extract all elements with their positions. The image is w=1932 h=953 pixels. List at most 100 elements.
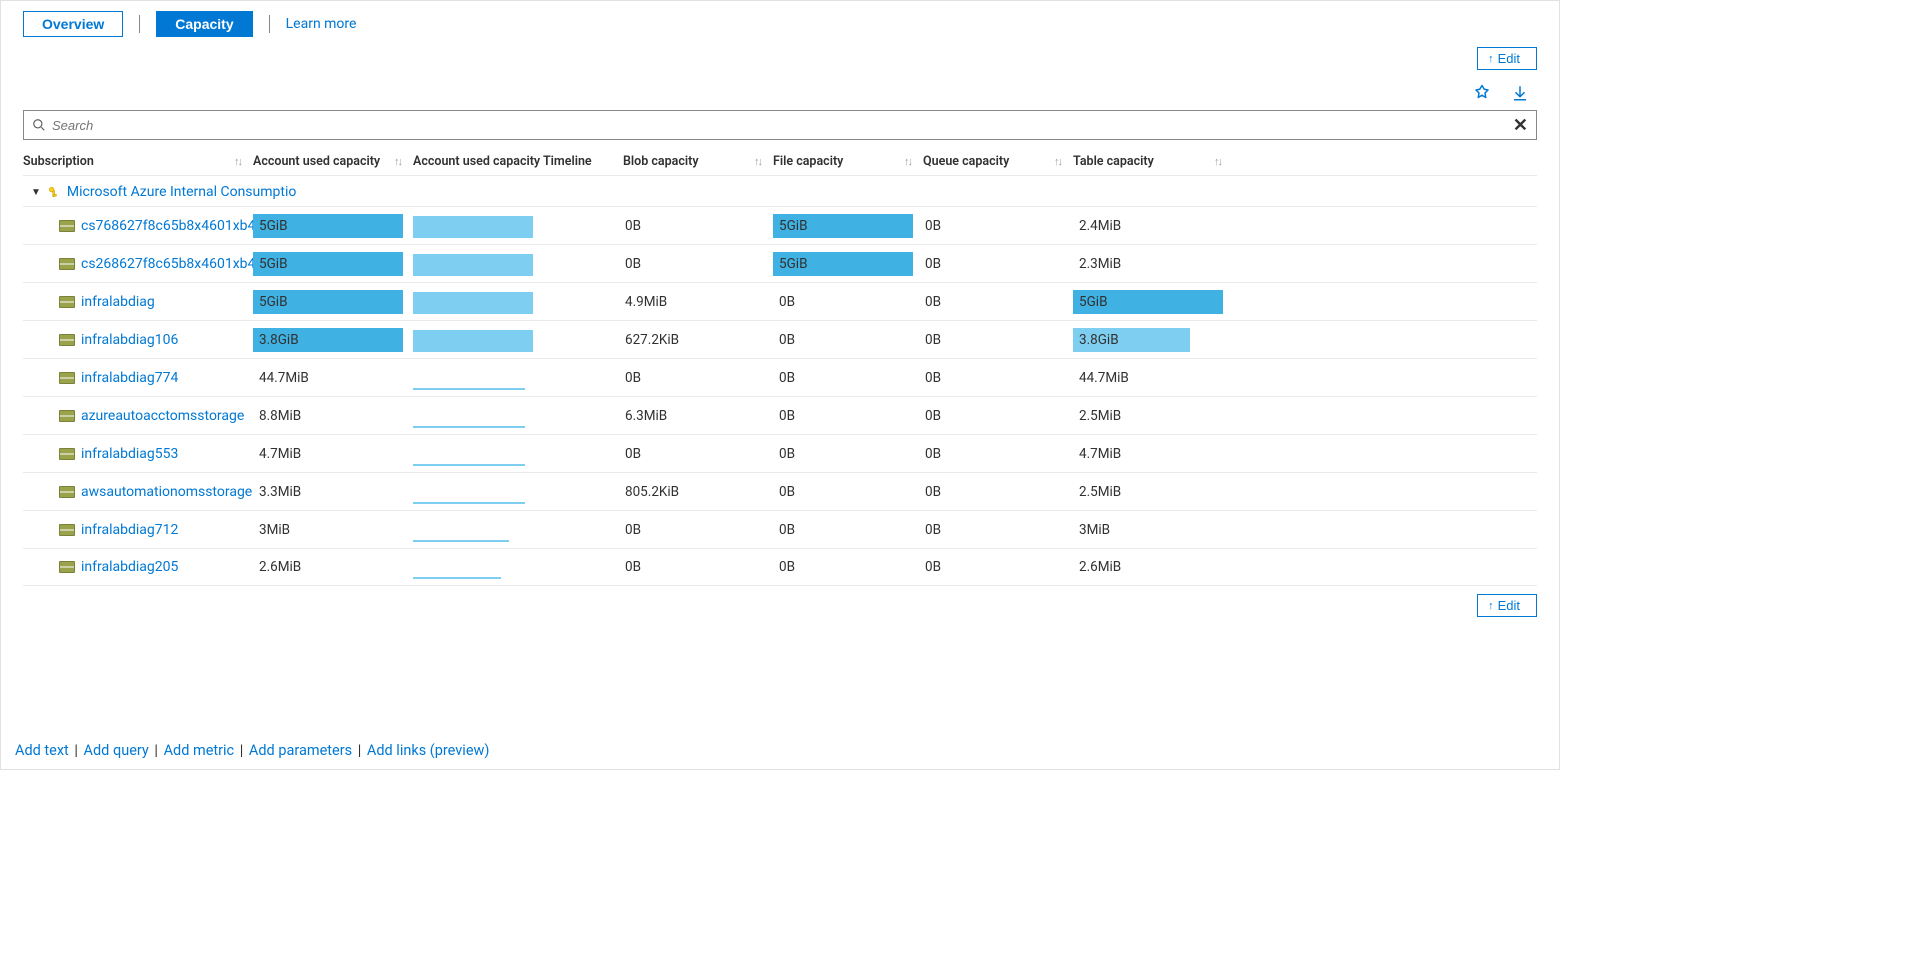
file-capacity-value: 0B [773,294,795,310]
collapse-toggle-icon[interactable]: ▼ [31,187,41,198]
table-capacity-value: 3MiB [1073,522,1110,538]
blob-capacity-value: 627.2KiB [623,332,773,348]
add-links-link[interactable]: Add links (preview) [367,742,490,759]
tab-overview[interactable]: Overview [23,11,123,37]
col-queue[interactable]: Queue capacity ↑↓ [923,154,1073,169]
timeline-line [413,464,525,466]
blob-capacity-value: 0B [623,559,773,575]
table-row: infralabdiag1063.8GiB627.2KiB0B0B3.8GiB [23,320,1537,358]
learn-more-link[interactable]: Learn more [286,16,357,32]
used-capacity-cell: 3.3MiB [253,480,403,504]
used-capacity-cell: 44.7MiB [253,366,403,390]
timeline-cell [413,555,623,579]
table-row: azureautoacctomsstorage8.8MiB6.3MiB0B0B2… [23,396,1537,434]
add-query-link[interactable]: Add query [84,742,149,759]
storage-account-link[interactable]: azureautoacctomsstorage [23,408,253,424]
file-capacity-value: 0B [773,332,795,348]
table-row: awsautomationomsstorage3.3MiB805.2KiB0B0… [23,472,1537,510]
queue-capacity-value: 0B [923,522,1073,538]
storage-icon [59,410,75,422]
col-subscription[interactable]: Subscription ↑↓ [23,154,253,169]
used-capacity-value: 3.3MiB [253,484,301,500]
add-metric-link[interactable]: Add metric [164,742,235,759]
table-header: Subscription ↑↓ Account used capacity ↑↓… [23,148,1537,176]
storage-icon [59,220,75,232]
used-capacity-value: 3MiB [253,522,290,538]
table-capacity-value: 2.4MiB [1073,218,1121,234]
file-capacity-cell: 0B [773,480,913,504]
storage-icon [59,486,75,498]
search-input[interactable] [52,118,1513,133]
used-capacity-value: 5GiB [253,218,287,234]
file-capacity-value: 5GiB [773,256,807,272]
separator: | [358,742,362,759]
storage-icon [59,258,75,270]
queue-capacity-value: 0B [923,218,1073,234]
storage-account-link[interactable]: infralabdiag712 [23,522,253,538]
storage-account-link[interactable]: cs268627f8c65b8x4601xb48 [23,256,253,272]
edit-button[interactable]: ↑ Edit [1477,594,1537,617]
col-table[interactable]: Table capacity ↑↓ [1073,154,1233,169]
file-capacity-cell: 0B [773,328,913,352]
blob-capacity-value: 805.2KiB [623,484,773,500]
col-blob[interactable]: Blob capacity ↑↓ [623,154,773,169]
col-label: Account used capacity Timeline [413,154,592,169]
group-label[interactable]: Microsoft Azure Internal Consumptio [67,184,296,200]
file-capacity-value: 0B [773,408,795,424]
used-capacity-cell: 2.6MiB [253,555,403,579]
queue-capacity-value: 0B [923,484,1073,500]
col-label: Queue capacity [923,154,1009,169]
col-used[interactable]: Account used capacity ↑↓ [253,154,413,169]
timeline-cell [413,480,623,504]
storage-account-link[interactable]: awsautomationomsstorage [23,484,253,500]
timeline-fill [413,254,533,276]
download-icon[interactable] [1511,84,1529,102]
file-capacity-value: 0B [773,370,795,386]
col-file[interactable]: File capacity ↑↓ [773,154,923,169]
storage-account-link[interactable]: infralabdiag106 [23,332,253,348]
edit-row-top: ↑ Edit [1,43,1559,78]
table-capacity-cell: 44.7MiB [1073,366,1223,390]
storage-account-link[interactable]: infralabdiag205 [23,559,253,575]
pin-icon[interactable] [1473,84,1491,102]
timeline-cell [413,214,623,238]
edit-button[interactable]: ↑ Edit [1477,47,1537,70]
col-label: Blob capacity [623,154,699,169]
clear-search-icon[interactable]: ✕ [1513,115,1528,136]
table-capacity-cell: 2.3MiB [1073,252,1223,276]
sort-icon: ↑↓ [1214,155,1221,168]
table-row: infralabdiag7123MiB0B0B0B3MiB [23,510,1537,548]
storage-icon [59,524,75,536]
table-capacity-cell: 2.4MiB [1073,214,1223,238]
key-icon [47,185,61,199]
file-capacity-value: 0B [773,522,795,538]
file-capacity-value: 0B [773,559,795,575]
storage-account-link[interactable]: cs768627f8c65b8x4601xb48 [23,218,253,234]
storage-icon [59,296,75,308]
queue-capacity-value: 0B [923,294,1073,310]
storage-account-name: infralabdiag553 [81,446,178,462]
storage-account-name: awsautomationomsstorage [81,484,252,500]
storage-account-link[interactable]: infralabdiag553 [23,446,253,462]
used-capacity-cell: 5GiB [253,252,403,276]
blob-capacity-value: 0B [623,370,773,386]
col-label: Account used capacity [253,154,380,169]
table-capacity-value: 2.5MiB [1073,408,1121,424]
storage-account-name: cs268627f8c65b8x4601xb48 [81,256,253,272]
add-parameters-link[interactable]: Add parameters [249,742,352,759]
storage-account-link[interactable]: infralabdiag [23,294,253,310]
file-capacity-cell: 5GiB [773,214,913,238]
timeline-fill [413,292,533,314]
storage-account-name: infralabdiag712 [81,522,178,538]
used-capacity-value: 2.6MiB [253,559,301,575]
blob-capacity-value: 0B [623,218,773,234]
tab-capacity[interactable]: Capacity [156,11,252,37]
used-capacity-cell: 5GiB [253,214,403,238]
file-capacity-value: 5GiB [773,218,807,234]
queue-capacity-value: 0B [923,446,1073,462]
separator [139,15,140,33]
queue-capacity-value: 0B [923,256,1073,272]
add-text-link[interactable]: Add text [15,742,69,759]
sort-icon: ↑↓ [904,155,911,168]
storage-account-link[interactable]: infralabdiag774 [23,370,253,386]
